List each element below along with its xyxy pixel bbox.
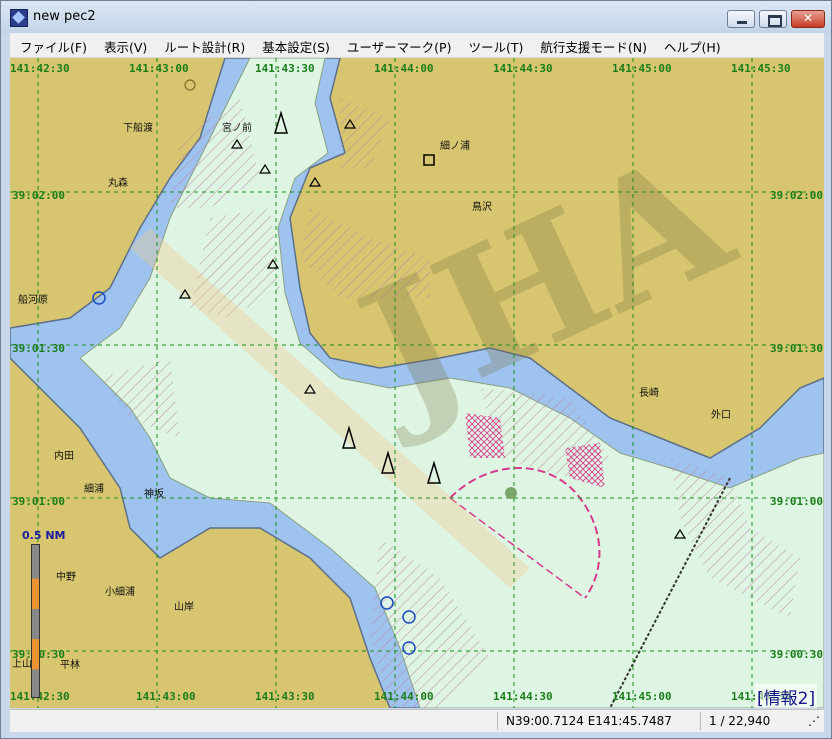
place-name: 鳥沢 — [472, 200, 492, 213]
resize-grip[interactable]: ⋰ — [800, 712, 822, 730]
title-bar[interactable]: new pec2 — [1, 1, 831, 33]
lon-label-top: 141:45:00 — [612, 62, 672, 75]
place-name: 細浦 — [84, 482, 104, 495]
maximize-button[interactable] — [759, 10, 787, 28]
lon-label-top: 141:43:30 — [255, 62, 315, 75]
lat-label-left: 39:01:00 — [12, 495, 65, 508]
lat-label-right: 39:02:00 — [770, 189, 823, 202]
menu-bar: ファイル(F) 表示(V) ルート設計(R) 基本設定(S) ユーザーマーク(P) ツール… — [10, 33, 824, 58]
menu-settings[interactable]: 基本設定(S) — [252, 33, 337, 57]
window-title: new pec2 — [33, 9, 96, 24]
map-scale: 1 / 22,940 — [700, 712, 785, 730]
chart-canvas[interactable]: JHA 141:42:30 141:43:00 141:43:30 141:44… — [10, 58, 824, 708]
lat-label-right: 39:00:30 — [770, 648, 823, 661]
chart-map[interactable]: JHA 141:42:30 141:43:00 141:43:30 141:44… — [10, 58, 824, 708]
info-link[interactable]: [情報2] — [755, 684, 818, 708]
place-name: 長崎 — [639, 386, 659, 399]
menu-user-mark[interactable]: ユーザーマーク(P) — [337, 33, 459, 57]
lon-label-top: 141:42:30 — [10, 62, 70, 75]
lon-label-top: 141:43:00 — [129, 62, 189, 75]
lon-label-bottom: 141:45:00 — [612, 690, 672, 703]
app-icon — [10, 9, 28, 27]
place-name: 中野 — [56, 570, 76, 583]
lon-label-bottom: 141:44:00 — [374, 690, 434, 703]
place-name: 平林 — [60, 658, 80, 671]
lat-label-left: 39:01:30 — [12, 342, 65, 355]
menu-file[interactable]: ファイル(F) — [10, 33, 94, 57]
lon-label-bottom: 141:43:30 — [255, 690, 315, 703]
lon-label-bottom: 141:44:30 — [493, 690, 553, 703]
place-name: 内田 — [54, 449, 74, 462]
place-name: 山岸 — [174, 601, 194, 613]
menu-help[interactable]: ヘルプ(H) — [654, 33, 728, 57]
place-name: 細ノ浦 — [440, 139, 470, 152]
app-window: new pec2 ファイル(F)表示(V)ルート設計(R)基本設定(S)ユーザー… — [0, 0, 832, 739]
lat-label-left: 39:02:00 — [12, 189, 65, 202]
lon-label-top: 141:45:30 — [731, 62, 791, 75]
menu-view[interactable]: 表示(V) — [94, 33, 154, 57]
place-name: 船河原 — [18, 293, 48, 306]
rock-symbol — [505, 487, 517, 499]
scale-bar — [31, 544, 40, 698]
place-name: 小細浦 — [105, 585, 135, 598]
status-message — [10, 712, 497, 730]
lon-label-top: 141:44:00 — [374, 62, 434, 75]
menu-nav-mode[interactable]: 航行支援モード(N) — [530, 33, 654, 57]
menu-route[interactable]: ルート設計(R) — [154, 33, 252, 57]
place-name: 下船渡 — [123, 121, 153, 134]
place-name: 上山 — [12, 658, 32, 670]
lon-label-bottom: 141:43:00 — [136, 690, 196, 703]
place-name: 丸森 — [108, 176, 128, 189]
close-button[interactable] — [791, 10, 825, 28]
scale-bar-label: 0.5 NM — [22, 529, 66, 542]
place-name: 外口 — [711, 409, 731, 421]
cursor-coordinates: N39:00.7124 E141:45.7487 — [497, 712, 700, 730]
minimize-button[interactable] — [727, 10, 755, 28]
place-name: 宮ノ前 — [222, 121, 252, 134]
lat-label-right: 39:01:30 — [770, 342, 823, 355]
status-bar: N39:00.7124 E141:45.7487 1 / 22,940 ⋰ — [10, 709, 824, 732]
place-name: 神坂 — [144, 487, 164, 500]
menu-tools[interactable]: ツール(T) — [458, 33, 530, 57]
lat-label-right: 39:01:00 — [770, 495, 823, 508]
lon-label-top: 141:44:30 — [493, 62, 553, 75]
